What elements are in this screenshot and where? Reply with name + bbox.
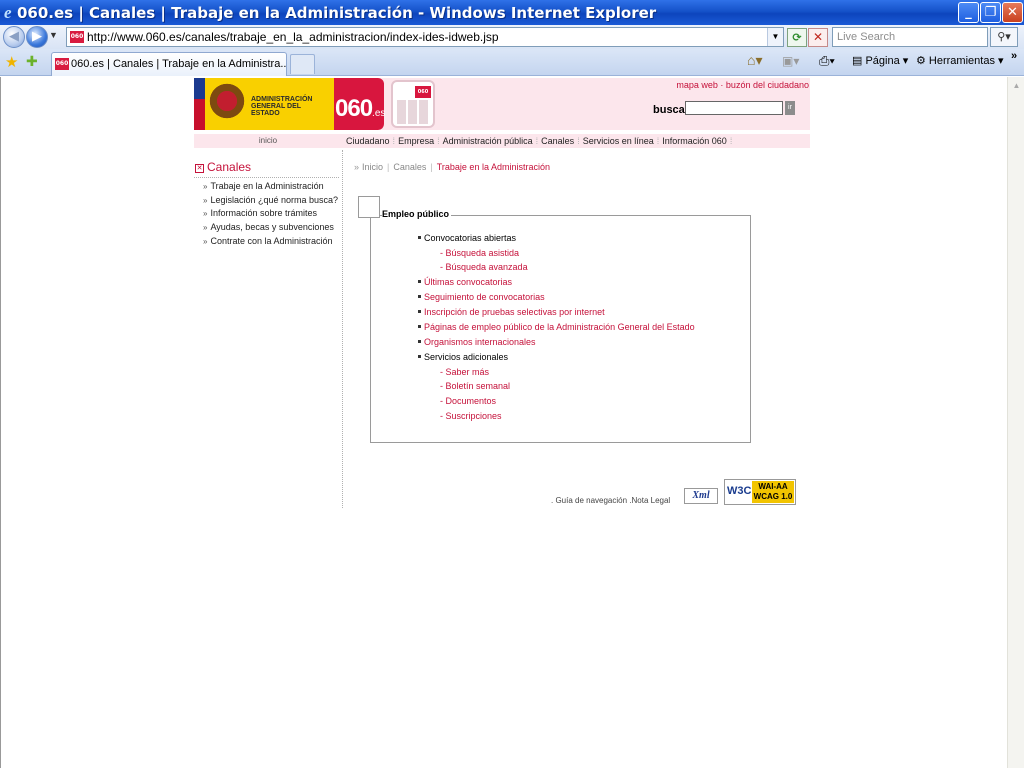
page-menu-label: Página	[865, 55, 900, 67]
sidebar-item-tramites[interactable]: Información sobre trámites	[203, 208, 338, 222]
link-ultimas-convocatorias[interactable]: Últimas convocatorias	[418, 277, 512, 288]
sidebar-title-text: Canales	[207, 160, 252, 174]
tab-active[interactable]: 060 060.es | Canales | Trabaje en la Adm…	[51, 52, 287, 76]
vertical-scrollbar[interactable]: ▲	[1007, 77, 1024, 768]
address-bar: ◀ ▶ ▼ 060 http://www.060.es/canales/trab…	[0, 25, 1024, 49]
window-titlebar: e 060.es | Canales | Trabaje en la Admin…	[0, 0, 1024, 25]
feeds-icon[interactable]: ▣▾	[782, 54, 799, 68]
eu-flag-strip	[194, 78, 205, 130]
sidebar-item-trabaje[interactable]: Trabaje en la Administración	[203, 181, 338, 195]
nav-inicio[interactable]: inicio	[194, 134, 342, 148]
forward-button[interactable]: ▶	[26, 26, 48, 48]
sidebar-item-ayudas[interactable]: Ayudas, becas y subvenciones	[203, 222, 338, 236]
nav-informacion[interactable]: Información 060	[659, 136, 730, 146]
live-search-input[interactable]: Live Search	[832, 27, 988, 47]
history-dropdown-icon[interactable]: ▼	[49, 30, 58, 40]
stop-button[interactable]: ✕	[808, 28, 828, 47]
empleo-title: Empleo público	[382, 209, 452, 219]
nav-servicios[interactable]: Servicios en línea	[580, 136, 657, 146]
link-convocatorias-abiertas[interactable]: Convocatorias abiertas	[418, 233, 516, 244]
page-menu[interactable]: ▤ Página ▾	[852, 54, 908, 67]
age-logo-text: ADMINISTRACIÓN GENERAL DEL ESTADO	[251, 96, 313, 117]
breadcrumb-current: Trabaje en la Administración	[436, 162, 550, 172]
link-busqueda-asistida[interactable]: Búsqueda asistida	[440, 248, 520, 259]
link-seguimiento[interactable]: Seguimiento de convocatorias	[418, 292, 545, 303]
top-links[interactable]: mapa web · buzón del ciudadano	[676, 80, 809, 90]
url-text[interactable]: http://www.060.es/canales/trabaje_en_la_…	[87, 30, 499, 44]
nav-ciudadano[interactable]: Ciudadano	[343, 136, 393, 146]
w3c-logo: W3C	[727, 485, 752, 497]
nav-empresa[interactable]: Empresa	[395, 136, 437, 146]
wai-line1: WAI-AA	[758, 482, 788, 491]
age-logo[interactable]: ADMINISTRACIÓN GENERAL DEL ESTADO	[194, 78, 334, 130]
add-favorites-icon[interactable]: ✚	[26, 53, 38, 70]
link-organismos[interactable]: Organismos internacionales	[418, 337, 536, 348]
back-button[interactable]: ◀	[3, 26, 25, 48]
breadcrumb-arrow-icon: »	[354, 162, 360, 172]
breadcrumb-canales[interactable]: Canales	[393, 162, 426, 172]
phone-logo-icon: 060	[391, 80, 435, 128]
wai-label: WAI-AA WCAG 1.0	[752, 481, 794, 503]
home-icon[interactable]: ⌂▾	[747, 52, 762, 69]
tools-menu[interactable]: ⚙ Herramientas ▾	[916, 54, 1004, 67]
tab-favicon-icon: 060	[55, 58, 69, 70]
link-suscripciones[interactable]: Suscripciones	[440, 411, 502, 422]
sidebar-item-contrate[interactable]: Contrate con la Administración	[203, 236, 338, 250]
wai-aa-badge[interactable]: W3C WAI-AA WCAG 1.0	[724, 479, 796, 505]
wai-line2: WCAG 1.0	[753, 492, 793, 501]
window-title: 060.es | Canales | Trabaje en la Adminis…	[17, 4, 657, 22]
new-tab-button[interactable]	[290, 54, 315, 74]
site-favicon-icon: 060	[70, 31, 84, 43]
toolbar-overflow-button[interactable]: »	[1011, 50, 1017, 62]
empleo-panel-corner	[358, 196, 380, 218]
close-button[interactable]: ✕	[1002, 2, 1023, 23]
site-header: ADMINISTRACIÓN GENERAL DEL ESTADO 060.es…	[194, 78, 810, 130]
minimize-button[interactable]: _	[958, 2, 979, 23]
refresh-button[interactable]: ⟳	[787, 28, 807, 47]
sidebar-list: Trabaje en la Administración Legislación…	[203, 181, 338, 249]
phone-screen: 060	[415, 86, 431, 98]
url-field[interactable]: 060 http://www.060.es/canales/trabaje_en…	[66, 27, 784, 47]
favorites-star-icon[interactable]: ★	[5, 53, 18, 71]
link-boletin[interactable]: Boletín semanal	[440, 381, 511, 392]
close-box-icon: ✕	[195, 164, 204, 173]
logo-060-suffix: .es	[372, 108, 386, 119]
footer-links[interactable]: . Guía de navegación .Nota Legal	[551, 496, 670, 505]
main-nav: inicio Ciudadano ⁞ Empresa ⁞ Administración …	[194, 134, 810, 148]
nav-links: Ciudadano ⁞ Empresa ⁞ Administración pública…	[343, 134, 732, 148]
search-label: buscar	[653, 104, 690, 116]
site-search-button[interactable]: ir	[785, 101, 795, 115]
nav-administracion[interactable]: Administración pública	[440, 136, 536, 146]
sidebar-divider	[194, 177, 339, 178]
logo-060-text: 060	[335, 95, 373, 122]
xml-badge[interactable]: Xml	[684, 488, 718, 504]
breadcrumb-inicio[interactable]: Inicio	[362, 162, 383, 172]
link-servicios-adicionales[interactable]: Servicios adicionales	[418, 352, 508, 363]
nav-canales[interactable]: Canales	[538, 136, 577, 146]
coat-of-arms-icon	[209, 83, 245, 123]
link-documentos[interactable]: Documentos	[440, 396, 497, 407]
ie-logo-icon: e	[4, 3, 12, 22]
sidebar-item-legislacion[interactable]: Legislación ¿qué norma busca?	[203, 195, 338, 209]
link-paginas-empleo[interactable]: Páginas de empleo público de la Administ…	[418, 322, 695, 333]
tab-label: 060.es | Canales | Trabaje en la Adminis…	[71, 58, 287, 70]
link-busqueda-avanzada[interactable]: Búsqueda avanzada	[440, 262, 528, 273]
link-inscripcion[interactable]: Inscripción de pruebas selectivas por in…	[418, 307, 605, 318]
search-icon[interactable]: ⚲▾	[990, 27, 1018, 47]
site-search-input[interactable]	[685, 101, 783, 115]
print-icon[interactable]: ⎙▾	[819, 53, 835, 69]
phone-keys	[397, 100, 429, 124]
url-dropdown-icon[interactable]: ▼	[767, 28, 783, 46]
link-saber-mas[interactable]: Saber más	[440, 367, 490, 378]
column-divider	[342, 150, 343, 508]
scroll-up-icon[interactable]: ▲	[1009, 77, 1024, 94]
sidebar-title: ✕ Canales	[195, 160, 251, 174]
logo-060[interactable]: 060.es	[334, 78, 386, 130]
breadcrumb: » Inicio | Canales | Trabaje en la Administra…	[354, 162, 550, 172]
tools-menu-label: Herramientas	[928, 55, 995, 67]
web-page: ADMINISTRACIÓN GENERAL DEL ESTADO 060.es…	[194, 78, 810, 508]
maximize-button[interactable]: ❐	[980, 2, 1001, 23]
